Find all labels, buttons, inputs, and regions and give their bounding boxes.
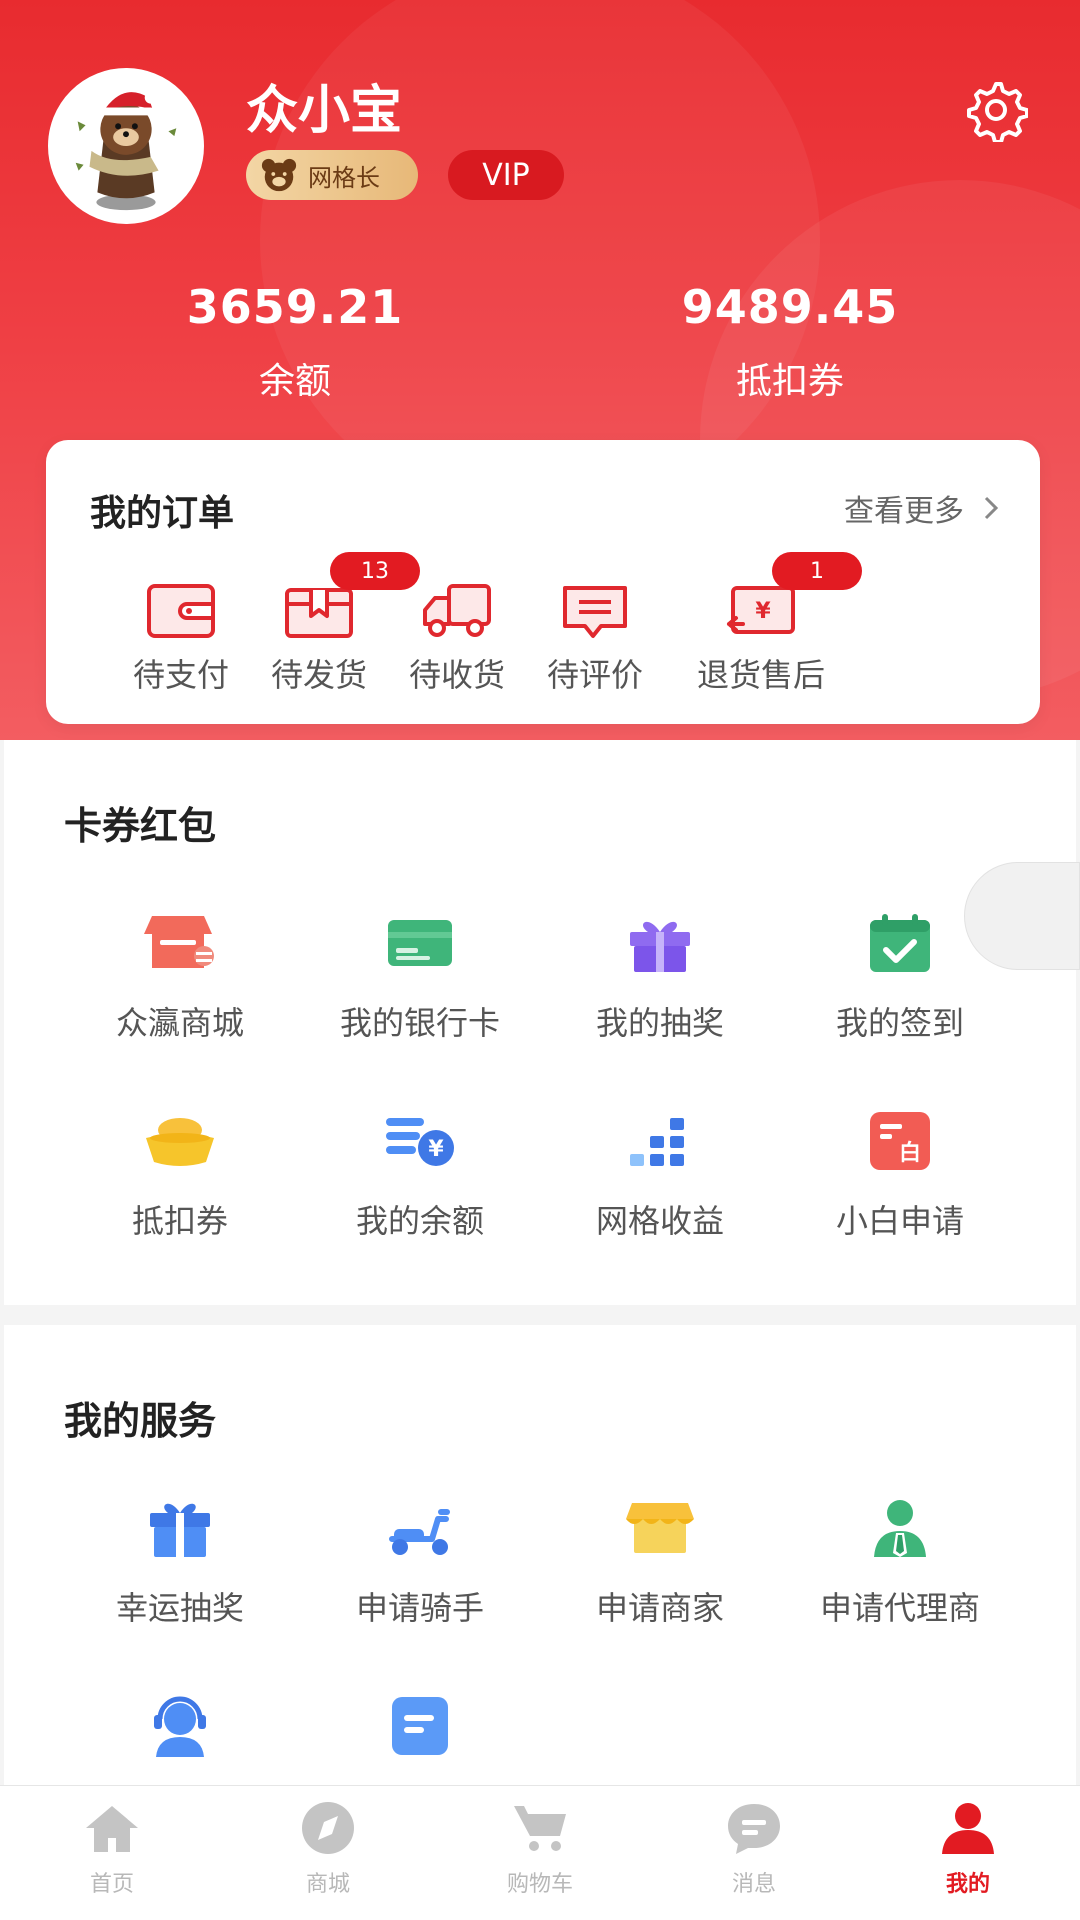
floating-assistant-button[interactable] xyxy=(964,862,1080,970)
grid-item-apply-rider[interactable]: 申请骑手 xyxy=(300,1495,540,1629)
home-icon xyxy=(86,1806,138,1852)
grid-item-apply-agent[interactable]: 申请代理商 xyxy=(780,1495,1020,1629)
tab-cart[interactable]: 购物车 xyxy=(460,1800,620,1898)
balance-value: 3659.21 xyxy=(186,280,404,334)
bottom-tab-bar: 首页 商城 购物车 消息 我的 xyxy=(0,1785,1080,1920)
voucher-stat[interactable]: 9489.45 抵扣券 xyxy=(640,280,940,404)
grid-item-label: 申请代理商 xyxy=(819,1589,980,1627)
scooter-icon xyxy=(389,1509,450,1555)
user-icon xyxy=(942,1803,994,1854)
grid-bars-icon xyxy=(630,1118,684,1166)
tab-messages[interactable]: 消息 xyxy=(674,1800,834,1898)
chevron-right-icon xyxy=(984,496,999,520)
truck-icon xyxy=(423,584,491,637)
view-more-label: 查看更多 xyxy=(844,494,964,529)
grid-item-balance[interactable]: ¥ 我的余额 xyxy=(300,1108,540,1242)
view-more-link[interactable]: 查看更多 xyxy=(844,486,1000,530)
comment-icon xyxy=(563,586,627,638)
vip-badge: VIP xyxy=(448,150,564,200)
gold-ingot-icon xyxy=(146,1118,214,1166)
svg-text:¥: ¥ xyxy=(755,599,771,624)
tab-label: 商城 xyxy=(305,1872,350,1897)
section-title: 我的服务 xyxy=(64,1399,217,1443)
coins-icon: ¥ xyxy=(386,1118,454,1166)
grid-item-label: 申请商家 xyxy=(595,1589,724,1627)
compass-icon xyxy=(302,1802,354,1854)
voucher-label: 抵扣券 xyxy=(735,361,844,402)
order-pending-review[interactable]: 待评价 xyxy=(520,580,670,696)
grid-item-store[interactable]: 众瀛商城 xyxy=(60,910,300,1044)
order-pending-payment[interactable]: 待支付 xyxy=(106,580,256,696)
grid-item-label: 我的余额 xyxy=(355,1202,484,1240)
bear-avatar-icon xyxy=(52,72,200,220)
tab-label: 购物车 xyxy=(506,1872,573,1897)
customer-service-icon xyxy=(154,1696,206,1757)
grid-item-label: 申请骑手 xyxy=(355,1589,484,1627)
svg-text:白: 白 xyxy=(899,1140,921,1166)
section-title: 卡券红包 xyxy=(64,804,217,848)
agent-icon xyxy=(874,1500,926,1557)
grid-item-label: 小白申请 xyxy=(835,1202,964,1240)
grid-item-voucher[interactable]: 抵扣券 xyxy=(60,1108,300,1242)
gift-box-icon xyxy=(150,1503,210,1557)
username: 众小宝 xyxy=(246,81,403,141)
shop-icon xyxy=(626,1503,694,1553)
services-section: 我的服务 幸运抽奖 申请骑手 申请商家 申请代理商 xyxy=(4,1325,1076,1785)
order-label: 待评价 xyxy=(546,656,643,694)
tab-mine[interactable]: 我的 xyxy=(888,1800,1048,1898)
gear-icon[interactable] xyxy=(964,78,1028,142)
order-label: 退货售后 xyxy=(696,656,825,694)
grid-item-apply-merchant[interactable]: 申请商家 xyxy=(540,1495,780,1629)
svg-text:¥: ¥ xyxy=(428,1137,444,1162)
voucher-value: 9489.45 xyxy=(681,280,899,334)
order-label: 待发货 xyxy=(270,656,367,694)
grid-item-label: 众瀛商城 xyxy=(115,1004,244,1042)
balance-stat[interactable]: 3659.21 余额 xyxy=(145,280,445,404)
message-icon xyxy=(728,1804,780,1854)
calendar-check-icon xyxy=(870,914,930,972)
role-badge-label: 网格长 xyxy=(308,163,380,192)
grid-item-lottery[interactable]: 我的抽奖 xyxy=(540,910,780,1044)
balance-label: 余额 xyxy=(258,361,331,402)
avatar[interactable] xyxy=(48,68,204,224)
count-badge: 1 xyxy=(772,552,862,590)
document-icon xyxy=(392,1697,448,1755)
tab-label: 消息 xyxy=(731,1872,776,1897)
orders-title: 我的订单 xyxy=(90,493,235,534)
order-after-sales[interactable]: ¥ 退货售后 1 xyxy=(666,552,862,696)
application-icon: 白 xyxy=(870,1112,930,1170)
cart-icon xyxy=(514,1806,566,1851)
tab-home[interactable]: 首页 xyxy=(32,1800,192,1898)
grid-item-grid-income[interactable]: 网格收益 xyxy=(540,1108,780,1242)
order-label: 待支付 xyxy=(132,656,229,694)
grid-item-lucky-draw[interactable]: 幸运抽奖 xyxy=(60,1495,300,1629)
grid-item-bank-card[interactable]: 我的银行卡 xyxy=(300,910,540,1044)
order-pending-shipment[interactable]: 待发货 13 xyxy=(244,552,420,696)
bear-icon xyxy=(261,158,297,192)
grid-item-label: 我的银行卡 xyxy=(339,1004,500,1042)
grid-item-label: 抵扣券 xyxy=(131,1202,228,1240)
tab-label: 首页 xyxy=(89,1872,134,1897)
bank-card-icon xyxy=(388,920,452,966)
grid-item-label: 我的签到 xyxy=(835,1004,964,1042)
tab-mall[interactable]: 商城 xyxy=(248,1800,408,1898)
order-pending-receipt[interactable]: 待收货 xyxy=(382,580,532,696)
grid-item-label: 我的抽奖 xyxy=(595,1004,724,1042)
grid-item-label: 幸运抽奖 xyxy=(115,1589,244,1627)
gift-icon xyxy=(630,921,690,972)
grid-item-xiaobai[interactable]: 白 小白申请 xyxy=(780,1108,1020,1242)
grid-item-customer-service[interactable] xyxy=(60,1693,300,1781)
wallet-icon xyxy=(147,584,215,638)
orders-card: 我的订单 查看更多 待支付 待发货 13 待收货 待评价 ¥ 退货售后 1 xyxy=(46,440,1040,724)
grid-item-document[interactable] xyxy=(300,1693,540,1781)
coupons-section: 卡券红包 众瀛商城 我的银行卡 我的抽奖 我的签到 抵扣券 ¥ 我的余额 网格收… xyxy=(4,740,1076,1305)
order-label: 待收货 xyxy=(408,656,505,694)
tab-label: 我的 xyxy=(945,1872,990,1897)
store-icon xyxy=(144,916,214,968)
role-badge: 网格长 xyxy=(246,150,418,200)
grid-item-label: 网格收益 xyxy=(595,1202,724,1240)
